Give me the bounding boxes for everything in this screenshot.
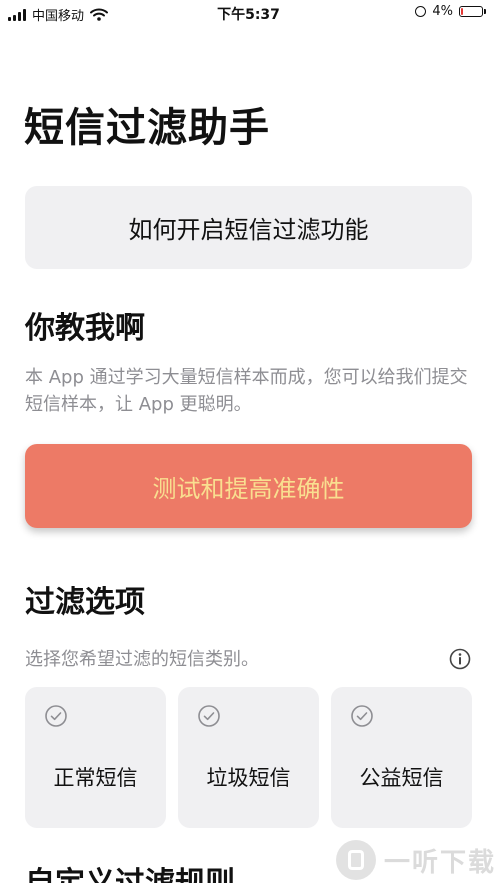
filter-option-normal[interactable]: 正常短信 bbox=[25, 687, 166, 828]
battery-level bbox=[461, 8, 463, 15]
option-label: 垃圾短信 bbox=[206, 766, 291, 790]
orientation-lock-icon bbox=[415, 6, 427, 17]
watermark-text: 一听下载 bbox=[384, 847, 497, 878]
watermark-logo-icon bbox=[336, 840, 376, 880]
filter-options-heading: 过滤选项 bbox=[25, 585, 145, 620]
status-bar: 中国移动 下午5:37 4% bbox=[0, 0, 497, 28]
check-circle-icon bbox=[45, 705, 67, 727]
how-to-enable-button[interactable]: 如何开启短信过滤功能 bbox=[25, 186, 472, 269]
page-title: 短信过滤助手 bbox=[24, 105, 270, 151]
status-right: 4% bbox=[415, 4, 486, 19]
filter-description: 选择您希望过滤的短信类别。 bbox=[25, 649, 259, 670]
filter-option-public-welfare[interactable]: 公益短信 bbox=[331, 687, 472, 828]
battery-icon bbox=[459, 6, 486, 17]
filter-option-spam[interactable]: 垃圾短信 bbox=[178, 687, 319, 828]
watermark: 一听下载 bbox=[336, 837, 497, 883]
option-label: 公益短信 bbox=[359, 766, 444, 790]
battery-percent: 4% bbox=[432, 4, 453, 19]
teach-description: 本 App 通过学习大量短信样本而成，您可以给我们提交短信样本，让 App 更聪… bbox=[25, 367, 468, 415]
test-accuracy-button[interactable]: 测试和提高准确性 bbox=[25, 444, 472, 528]
check-circle-icon bbox=[198, 705, 220, 727]
info-icon[interactable] bbox=[449, 648, 471, 670]
option-label: 正常短信 bbox=[53, 766, 138, 790]
screen: 中国移动 下午5:37 4% 短信过滤助手 如何开启短信过滤功能 你教我啊 本 … bbox=[0, 0, 497, 883]
teach-heading: 你教我啊 bbox=[25, 311, 145, 346]
check-circle-icon bbox=[351, 705, 373, 727]
custom-rules-heading: 自定义过滤规则 bbox=[25, 864, 235, 883]
